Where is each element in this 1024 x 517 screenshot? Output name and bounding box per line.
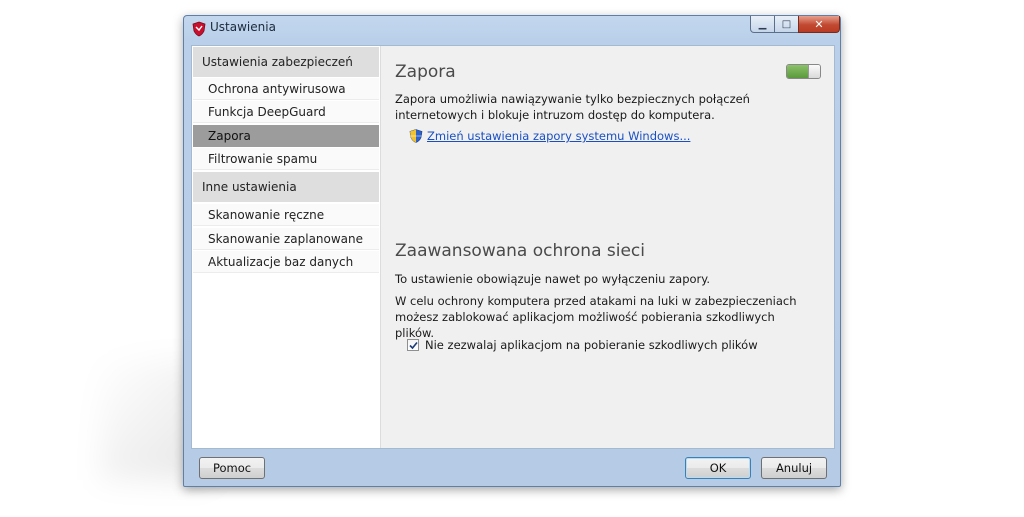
sidebar-item-firewall[interactable]: Zapora <box>193 125 379 147</box>
minimize-button[interactable]: ▁ <box>750 16 775 33</box>
toggle-knob <box>808 65 820 78</box>
block-downloads-label[interactable]: Nie zezwalaj aplikacjom na pobieranie sz… <box>425 338 758 352</box>
help-button[interactable]: Pomoc <box>199 457 265 479</box>
block-downloads-option: Nie zezwalaj aplikacjom na pobieranie sz… <box>407 338 758 352</box>
checkmark-icon <box>409 341 418 350</box>
block-downloads-checkbox[interactable] <box>407 339 419 351</box>
dialog-client-area: Ustawienia zabezpieczeń Ochrona antywiru… <box>191 45 835 449</box>
title-bar[interactable]: Ustawienia ▁ □ ✕ <box>184 16 840 42</box>
sidebar-item-deepguard[interactable]: Funkcja DeepGuard <box>193 101 379 123</box>
maximize-button[interactable]: □ <box>774 16 799 33</box>
windows-firewall-link[interactable]: Zmień ustawienia zapory systemu Windows.… <box>427 129 690 143</box>
advanced-protection-heading: Zaawansowana ochrona sieci <box>395 241 645 261</box>
uac-shield-icon <box>409 129 423 143</box>
sidebar-group-security[interactable]: Ustawienia zabezpieczeń <box>193 47 379 77</box>
window-title: Ustawienia <box>210 20 276 34</box>
settings-sidebar: Ustawienia zabezpieczeń Ochrona antywiru… <box>192 46 381 448</box>
advanced-note: To ustawienie obowiązuje nawet po wyłącz… <box>395 272 711 286</box>
close-button[interactable]: ✕ <box>798 16 840 33</box>
toggle-on-track <box>787 65 809 78</box>
minimize-icon: ▁ <box>758 18 767 30</box>
maximize-icon: □ <box>781 18 792 30</box>
firewall-toggle[interactable] <box>786 64 821 79</box>
firewall-description: Zapora umożliwia nawiązywanie tylko bezp… <box>395 92 750 122</box>
settings-content: Zapora Zapora umożliwia nawiązywanie tyl… <box>381 46 834 448</box>
cancel-button[interactable]: Anuluj <box>761 457 827 479</box>
sidebar-item-manual-scan[interactable]: Skanowanie ręczne <box>193 204 379 226</box>
sidebar-group-other[interactable]: Inne ustawienia <box>193 172 379 202</box>
sidebar-item-antivirus[interactable]: Ochrona antywirusowa <box>193 78 379 100</box>
shield-icon <box>192 21 206 37</box>
sidebar-item-scheduled-scan[interactable]: Skanowanie zaplanowane <box>193 228 379 250</box>
ok-button[interactable]: OK <box>685 457 751 479</box>
sidebar-item-spam-filter[interactable]: Filtrowanie spamu <box>193 148 379 170</box>
close-icon: ✕ <box>814 17 824 31</box>
sidebar-item-database-updates[interactable]: Aktualizacje baz danych <box>193 251 379 273</box>
firewall-heading: Zapora <box>395 62 456 82</box>
advanced-description: W celu ochrony komputera przed atakami n… <box>395 294 797 340</box>
settings-window: Ustawienia ▁ □ ✕ Ustawienia zabezpieczeń… <box>183 15 841 487</box>
windows-firewall-link-row: Zmień ustawienia zapory systemu Windows.… <box>409 129 690 143</box>
